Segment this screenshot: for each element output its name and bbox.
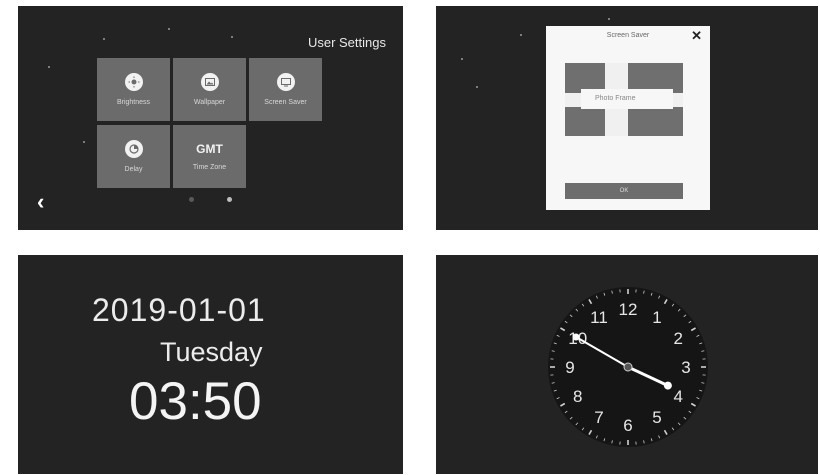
tile-label: Wallpaper [193, 99, 226, 106]
clock-numeral: 9 [565, 358, 574, 377]
digital-clock-screen: 2019-01-01 Tuesday 03:50 [18, 255, 403, 474]
background-star [476, 86, 478, 88]
tile-time-zone[interactable]: GMT Time Zone [173, 125, 246, 188]
tile-label: Time Zone [192, 164, 227, 171]
background-star [168, 28, 170, 30]
background-star [231, 36, 233, 38]
tile-label: Delay [124, 166, 143, 173]
clock-numeral: 2 [673, 329, 682, 348]
clock-numeral: 3 [681, 358, 690, 377]
hour-hand-tip [663, 381, 672, 390]
analog-clock: 121234567891011 [548, 287, 708, 447]
clock-numeral: 4 [673, 387, 682, 406]
background-star [608, 18, 610, 20]
screen-saver-icon [276, 73, 295, 91]
clock-numeral: 1 [652, 308, 661, 327]
tile-label: Brightness [116, 99, 151, 106]
page-indicator-dot-active[interactable] [227, 197, 232, 202]
date-display: 2019-01-01 [92, 292, 266, 328]
tile-screen-saver[interactable]: Screen Saver [249, 58, 322, 121]
screen-saver-preview: Photo Frame [565, 63, 683, 136]
background-star [48, 66, 50, 68]
dialog-title: Screen Saver [606, 32, 650, 39]
analog-clock-screen: 121234567891011 [436, 255, 818, 474]
screen-saver-option[interactable]: Photo Frame [581, 89, 673, 109]
clock-numeral: 6 [623, 416, 632, 435]
background-star [83, 141, 85, 143]
user-settings-screen: User Settings Brightness Wallpaper Scree… [18, 6, 403, 230]
time-display: 03:50 [129, 372, 262, 431]
tile-label: Screen Saver [264, 99, 307, 106]
clock-numeral: 8 [573, 387, 582, 406]
settings-title: User Settings [307, 35, 386, 50]
minute-hand-tip [572, 333, 580, 341]
settings-grid: Brightness Wallpaper Screen Saver Delay … [97, 58, 324, 188]
screen-saver-screen: Screen Saver ✕ Photo Frame OK [436, 6, 818, 230]
background-star [520, 34, 522, 36]
clock-numeral: 12 [619, 300, 638, 319]
screen-saver-dialog: Screen Saver ✕ Photo Frame OK [546, 26, 710, 210]
clock-numeral: 5 [652, 408, 661, 427]
background-star [461, 58, 463, 60]
background-star [103, 38, 105, 40]
delay-icon [124, 140, 143, 158]
page-indicator-dot[interactable] [189, 197, 194, 202]
wallpaper-icon [200, 73, 219, 91]
chevron-left-icon[interactable]: ‹ [37, 189, 44, 215]
brightness-icon [124, 73, 143, 91]
clock-center [623, 362, 633, 372]
close-icon[interactable]: ✕ [691, 28, 702, 44]
tile-wallpaper[interactable]: Wallpaper [173, 58, 246, 121]
clock-numeral: 11 [590, 308, 608, 327]
tile-brightness[interactable]: Brightness [97, 58, 170, 121]
tile-delay[interactable]: Delay [97, 125, 170, 188]
gmt-icon: GMT [196, 142, 223, 156]
ok-button[interactable]: OK [565, 183, 683, 199]
clock-numeral: 7 [594, 408, 603, 427]
weekday-display: Tuesday [160, 337, 263, 367]
